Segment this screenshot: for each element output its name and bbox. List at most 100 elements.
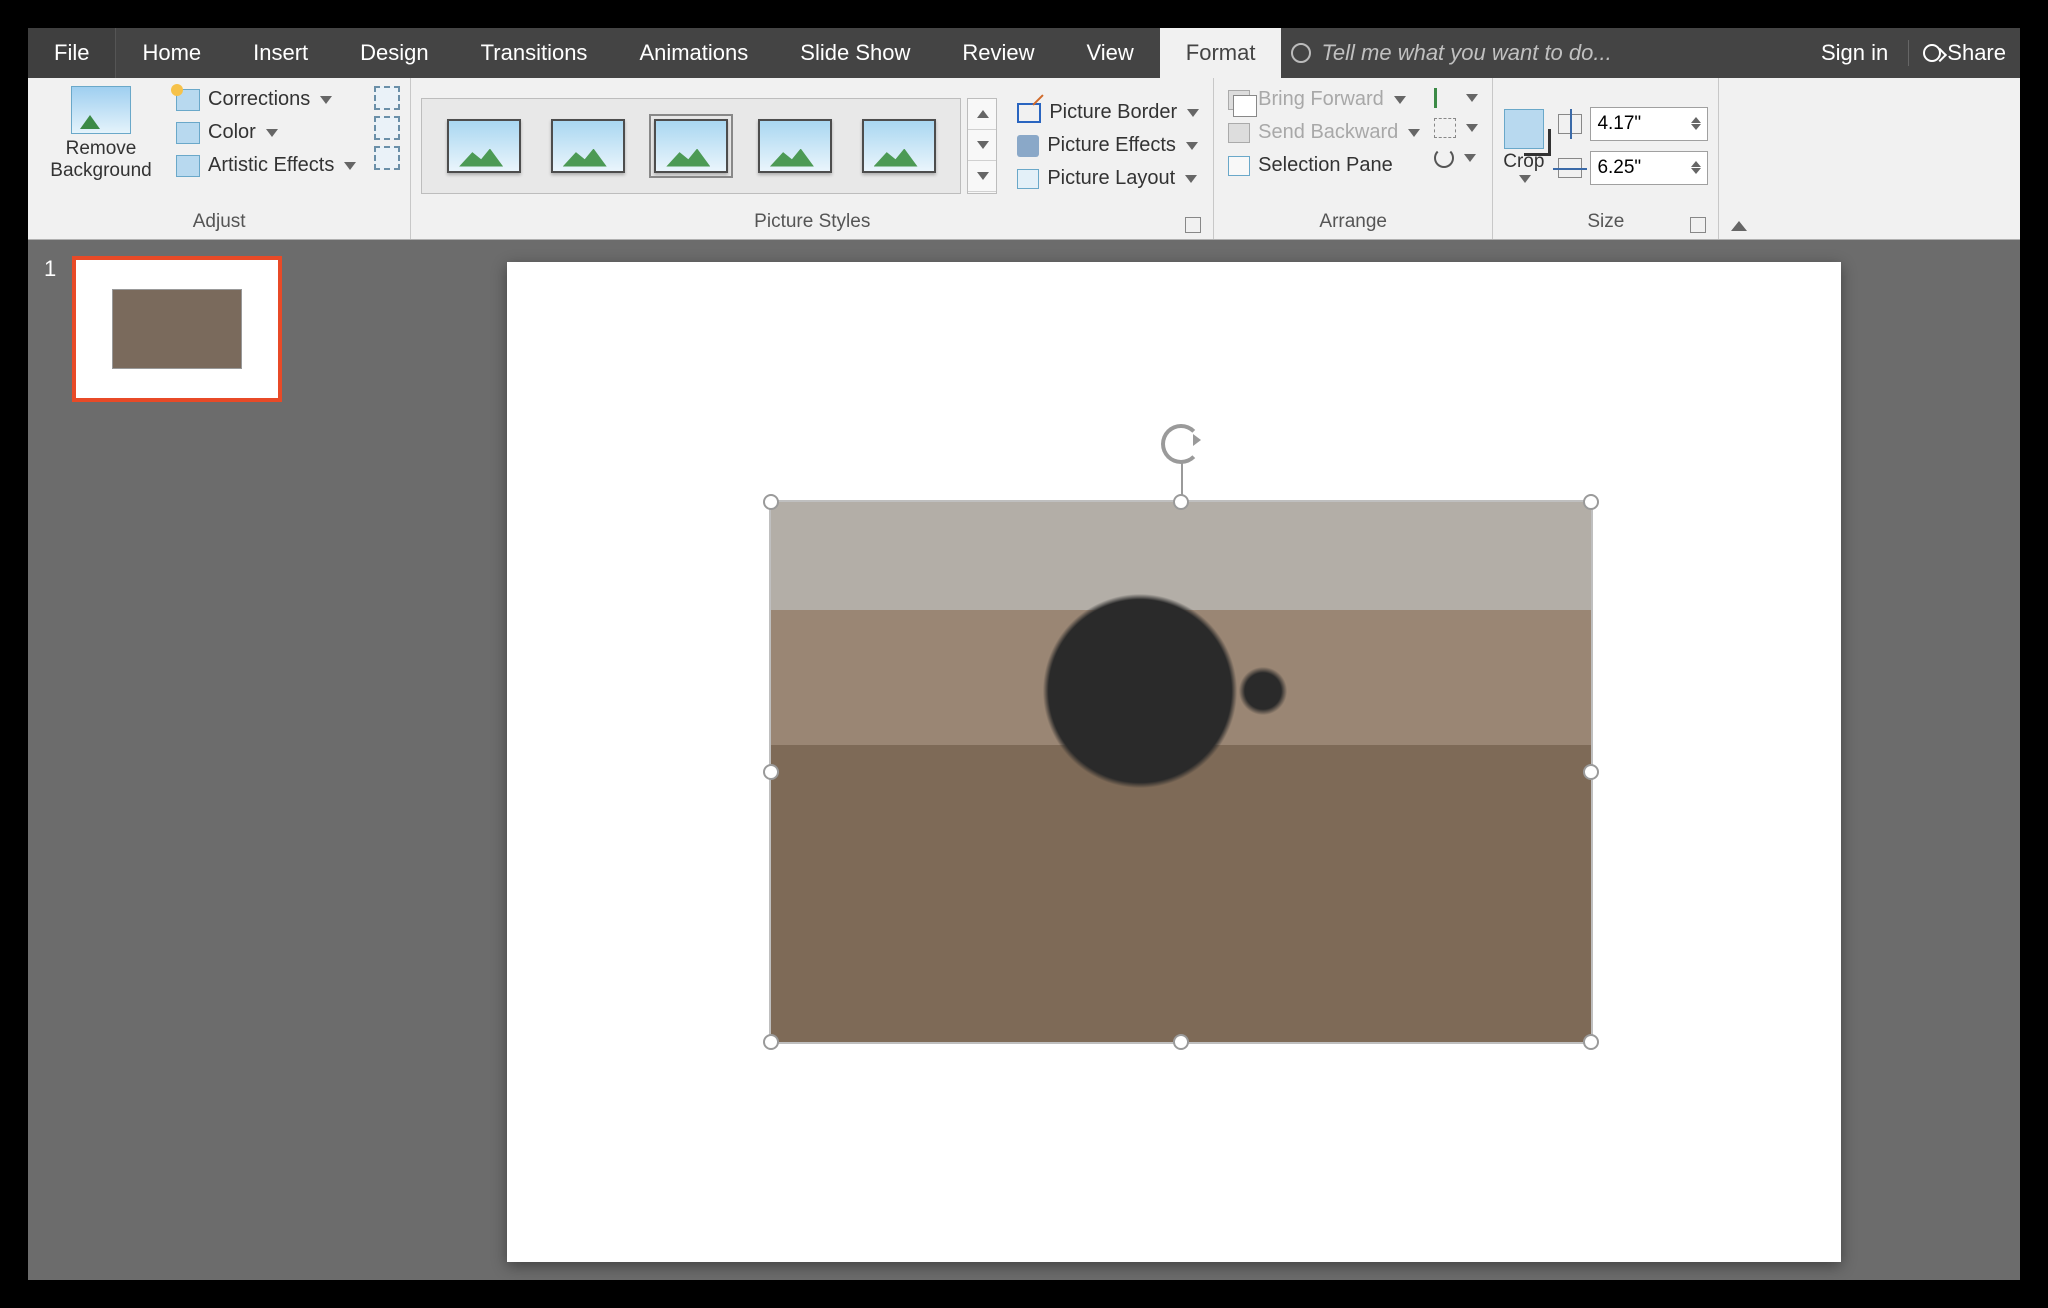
selection-pane-button[interactable]: Selection Pane	[1224, 152, 1424, 179]
slide-editor-area[interactable]	[328, 240, 2020, 1280]
change-picture-button[interactable]	[374, 116, 400, 140]
picture-style-preset[interactable]	[758, 119, 832, 173]
picture-layout-label: Picture Layout	[1047, 167, 1175, 190]
tab-design[interactable]: Design	[334, 28, 454, 78]
selection-pane-icon	[1228, 156, 1250, 176]
dialog-launcher[interactable]	[1690, 217, 1706, 233]
tab-view[interactable]: View	[1061, 28, 1160, 78]
gallery-expand[interactable]	[968, 161, 996, 192]
tab-format[interactable]: Format	[1160, 28, 1282, 78]
picture-layout-button[interactable]: Picture Layout	[1013, 165, 1203, 192]
tell-me-placeholder: Tell me what you want to do...	[1321, 40, 1611, 66]
chevron-down-icon	[1185, 175, 1197, 183]
share-icon	[1923, 44, 1941, 62]
chevron-down-icon	[1466, 124, 1478, 132]
send-backward-button[interactable]: Send Backward	[1224, 119, 1424, 146]
tab-review[interactable]: Review	[936, 28, 1060, 78]
spinner-buttons[interactable]	[1691, 117, 1701, 130]
ribbon-group-adjust: Remove Background Corrections Color	[28, 78, 411, 239]
picture-border-label: Picture Border	[1049, 101, 1177, 124]
ribbon-tab-bar: File Home Insert Design Transitions Anim…	[28, 28, 2020, 78]
resize-handle-bottom-left[interactable]	[763, 1034, 779, 1050]
corrections-icon	[176, 89, 200, 111]
tell-me-search[interactable]: Tell me what you want to do...	[1281, 28, 1801, 78]
sign-in-link[interactable]: Sign in	[1801, 40, 1908, 66]
crop-icon	[1504, 109, 1544, 149]
rotate-button[interactable]	[1430, 146, 1482, 170]
ribbon-group-picture-styles: Picture Border Picture Effects Picture L…	[411, 78, 1214, 239]
picture-effects-button[interactable]: Picture Effects	[1013, 132, 1203, 159]
bring-forward-icon	[1228, 90, 1250, 110]
tab-slide-show[interactable]: Slide Show	[774, 28, 936, 78]
reset-picture-button[interactable]	[374, 146, 400, 170]
group-label-arrange: Arrange	[1224, 207, 1482, 239]
picture-style-preset[interactable]	[447, 119, 521, 173]
rotation-stem	[1181, 462, 1183, 496]
chevron-down-icon	[1466, 94, 1478, 102]
gallery-scroll	[967, 98, 997, 194]
compress-picture-button[interactable]	[374, 86, 400, 110]
gallery-scroll-down[interactable]	[968, 130, 996, 161]
chevron-down-icon	[1408, 129, 1420, 137]
picture-style-preset[interactable]	[551, 119, 625, 173]
share-label: Share	[1947, 40, 2006, 66]
resize-handle-top-right[interactable]	[1583, 494, 1599, 510]
slide-thumbnails-panel[interactable]: 1	[28, 240, 328, 1280]
lightbulb-icon	[1291, 43, 1311, 63]
remove-background-icon	[71, 86, 131, 134]
slide-thumbnail[interactable]: 1	[48, 256, 308, 402]
resize-handle-top[interactable]	[1173, 494, 1189, 510]
rotation-knob-icon	[1161, 424, 1201, 464]
picture-effects-label: Picture Effects	[1047, 134, 1176, 157]
resize-handle-left[interactable]	[763, 764, 779, 780]
slide-thumbnail-frame	[72, 256, 282, 402]
slide-number: 1	[44, 256, 56, 282]
picture-layout-icon	[1017, 169, 1039, 189]
remove-background-button[interactable]: Remove Background	[38, 84, 164, 182]
spinner-buttons[interactable]	[1691, 161, 1701, 174]
bring-forward-button[interactable]: Bring Forward	[1224, 86, 1424, 113]
resize-handle-bottom[interactable]	[1173, 1034, 1189, 1050]
tab-file[interactable]: File	[28, 28, 116, 78]
gallery-scroll-up[interactable]	[968, 99, 996, 130]
titlebar-right: Sign in Share	[1801, 28, 2020, 78]
send-backward-icon	[1228, 123, 1250, 143]
slide-canvas[interactable]	[507, 262, 1841, 1262]
group-button[interactable]	[1430, 116, 1482, 140]
height-input[interactable]: 4.17"	[1590, 107, 1708, 141]
chevron-down-icon	[1187, 109, 1199, 117]
resize-handle-bottom-right[interactable]	[1583, 1034, 1599, 1050]
remove-background-label: Remove Background	[50, 138, 151, 182]
chevron-down-icon	[1394, 96, 1406, 104]
slide-thumbnail-content	[112, 289, 242, 369]
tab-insert[interactable]: Insert	[227, 28, 334, 78]
group-label-size: Size	[1503, 207, 1708, 239]
resize-handle-top-left[interactable]	[763, 494, 779, 510]
chevron-down-icon	[1186, 142, 1198, 150]
selection-border	[769, 500, 1593, 1044]
artistic-effects-icon	[176, 155, 200, 177]
bring-forward-label: Bring Forward	[1258, 88, 1384, 111]
tab-home[interactable]: Home	[116, 28, 227, 78]
rotate-icon	[1434, 148, 1454, 168]
picture-border-button[interactable]: Picture Border	[1013, 99, 1203, 126]
color-button[interactable]: Color	[172, 119, 360, 146]
chevron-down-icon	[1464, 154, 1476, 162]
selected-picture[interactable]	[771, 502, 1591, 1042]
picture-style-preset[interactable]	[862, 119, 936, 173]
artistic-effects-button[interactable]: Artistic Effects	[172, 152, 360, 179]
corrections-button[interactable]: Corrections	[172, 86, 360, 113]
share-button[interactable]: Share	[1908, 40, 2020, 66]
picture-style-preset[interactable]	[654, 119, 728, 173]
tab-animations[interactable]: Animations	[613, 28, 774, 78]
crop-button[interactable]: Crop	[1503, 109, 1544, 183]
tab-transitions[interactable]: Transitions	[455, 28, 614, 78]
width-icon	[1558, 158, 1582, 178]
collapse-ribbon-button[interactable]	[1719, 78, 1759, 239]
dialog-launcher[interactable]	[1185, 217, 1201, 233]
resize-handle-right[interactable]	[1583, 764, 1599, 780]
width-input[interactable]: 6.25"	[1590, 151, 1708, 185]
rotation-handle[interactable]	[1161, 424, 1201, 464]
picture-style-gallery[interactable]	[421, 98, 961, 194]
align-button[interactable]	[1430, 86, 1482, 110]
